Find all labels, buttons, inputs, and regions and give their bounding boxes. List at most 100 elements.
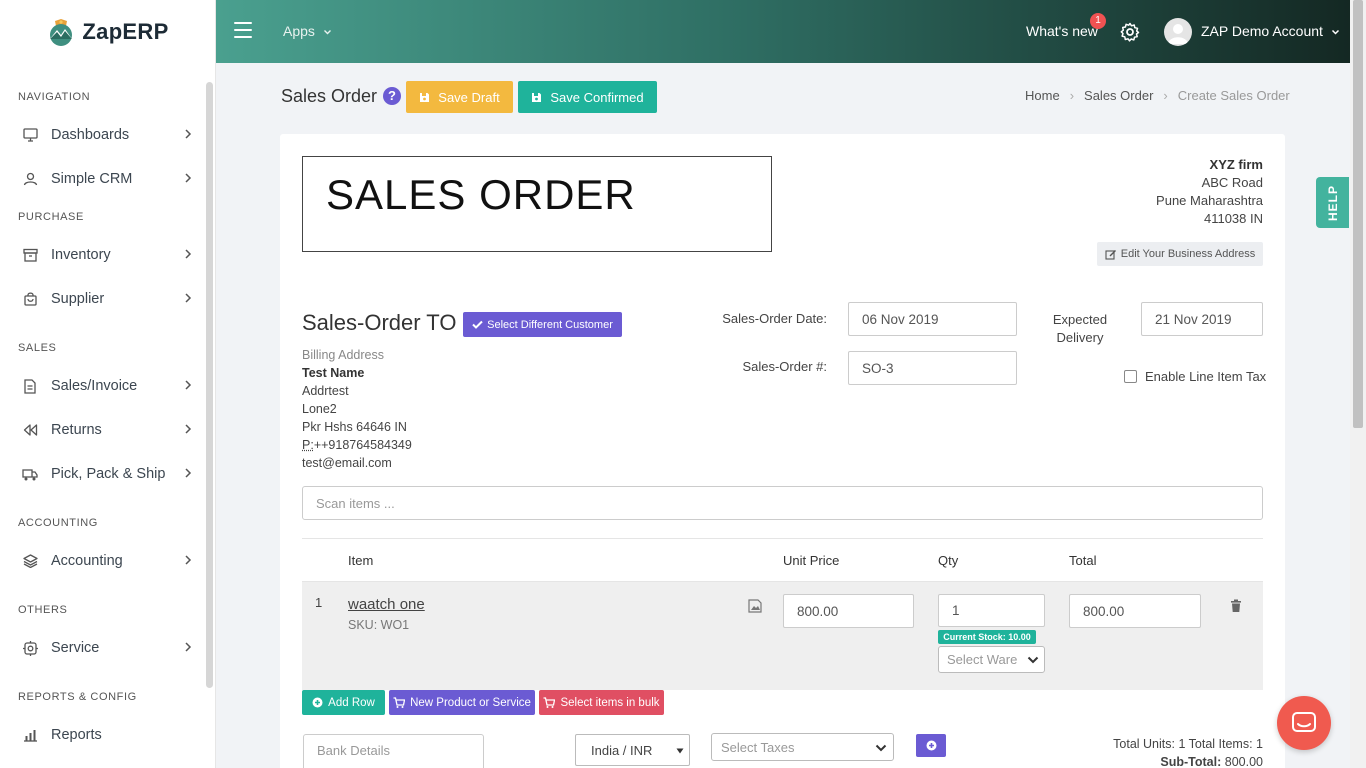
row-number: 1 [315,595,323,610]
bulk-label: Select items in bulk [560,696,660,709]
scan-items-input[interactable]: Scan items ... [302,486,1263,520]
select-items-bulk-button[interactable]: Select items in bulk [539,690,664,715]
sidebar-item-sales-invoice[interactable]: Sales/Invoice [0,368,206,404]
page-scrollbar[interactable] [1350,0,1366,768]
sidebar-item-accounting[interactable]: Accounting [0,543,206,579]
document-icon [22,378,38,394]
document-heading-box: SALES ORDER [302,156,772,252]
breadcrumb: Home › Sales Order › Create Sales Order [1025,88,1290,103]
new-product-button[interactable]: New Product or Service [389,690,535,715]
sidebar-item-label: Reports [51,727,102,743]
sales-order-number-label: Sales-Order #: [742,359,827,374]
bar-chart-icon [22,727,38,743]
currency-value: India / INR [591,742,653,758]
chevron-right-icon [185,424,192,434]
billing-email: test@email.com [302,456,392,470]
warehouse-select-placeholder: Select Ware [947,652,1018,667]
sidebar-item-label: Service [51,640,100,656]
help-question-icon[interactable]: ? [383,87,401,105]
business-line-3: 411038 IN [1203,211,1263,226]
breadcrumb-separator: › [1163,88,1168,103]
chevron-right-icon [185,468,192,478]
currency-select[interactable]: India / INR [575,734,690,766]
account-name: ZAP Demo Account [1201,23,1323,39]
sidebar-item-simple-crm[interactable]: Simple CRM [0,161,206,197]
brand-logo[interactable]: ZapERP [0,0,215,63]
save-draft-button[interactable]: Save Draft [406,81,513,113]
trash-icon[interactable] [1230,599,1242,613]
archive-icon [22,247,38,263]
sales-order-to-title: Sales-Order TO [302,310,457,335]
sidebar-item-returns[interactable]: Returns [0,412,206,448]
scrollbar-thumb[interactable] [1353,0,1363,428]
sidebar-item-label: Simple CRM [51,171,133,187]
sidebar-item-label: Accounting [51,553,123,569]
sidebar-item-service[interactable]: Service [0,630,206,666]
warehouse-select[interactable]: Select Ware [938,646,1045,673]
edit-icon [1105,249,1116,260]
floppy-icon [420,92,430,102]
apps-menu[interactable]: Apps [283,23,332,39]
select-customer-label: Select Different Customer [487,318,613,331]
plus-circle-icon [312,697,323,708]
chevron-down-icon [875,744,887,752]
line-total-input[interactable]: 800.00 [1069,594,1201,628]
sidebar-item-pick-pack-ship[interactable]: Pick, Pack & Ship [0,456,206,492]
column-total: Total [1069,553,1097,568]
bank-details-input[interactable]: Bank Details [303,734,484,768]
expected-label-line-2: Delivery [1056,330,1104,345]
section-reports-config: REPORTS & CONFIG [18,691,137,703]
chat-launcher-button[interactable] [1277,696,1331,750]
edit-business-address-label: Edit Your Business Address [1120,248,1256,260]
save-confirmed-button[interactable]: Save Confirmed [518,81,657,113]
image-icon[interactable] [748,599,763,613]
add-row-button[interactable]: Add Row [302,690,385,715]
taxes-select[interactable]: Select Taxes [711,733,894,761]
enable-line-item-tax-checkbox[interactable] [1124,370,1137,383]
apps-label: Apps [283,23,315,39]
chevron-right-icon [185,555,192,565]
item-name-link[interactable]: waatch one [348,596,425,613]
billing-line-1: Addrtest [302,384,349,398]
monitor-icon [22,127,38,143]
section-sales: SALES [18,342,57,354]
chevron-right-icon [185,249,192,259]
top-bar: Apps What's new 1 ZAP Demo Account [216,0,1350,63]
business-line-2: Pune Maharashtra [1156,193,1263,208]
billing-line-2: Lone2 [302,402,337,416]
enable-line-item-tax-label[interactable]: Enable Line Item Tax [1145,369,1266,384]
sidebar-item-reports[interactable]: Reports [0,717,206,753]
sidebar-scrollbar[interactable] [206,82,213,688]
breadcrumb-home[interactable]: Home [1025,88,1060,103]
help-tab[interactable]: HELP [1316,177,1349,228]
qty-input[interactable]: 1 [938,594,1045,627]
whats-new-link[interactable]: What's new [1026,23,1098,39]
sidebar-item-supplier[interactable]: Supplier [0,281,206,317]
brand-name: ZapERP [82,18,169,44]
sales-order-date-input[interactable]: 06 Nov 2019 [848,302,1017,336]
expected-delivery-input[interactable]: 21 Nov 2019 [1141,302,1263,336]
unit-price-input[interactable]: 800.00 [783,594,914,628]
totals-summary: Total Units: 1 Total Items: 1 Sub-Total:… [1113,735,1263,768]
select-different-customer-button[interactable]: Select Different Customer [463,312,622,337]
subtotal-line: Sub-Total: 800.00 [1113,753,1263,768]
account-menu[interactable]: ZAP Demo Account [1201,23,1340,39]
sidebar-item-inventory[interactable]: Inventory [0,237,206,273]
avatar-user-icon [1168,24,1188,44]
gear-icon[interactable] [1120,22,1140,42]
menu-toggle-icon[interactable] [234,22,252,38]
cart-icon [543,697,556,708]
total-units-items: Total Units: 1 Total Items: 1 [1113,737,1263,751]
sales-order-number-input[interactable]: SO-3 [848,351,1017,385]
breadcrumb-current: Create Sales Order [1177,88,1290,103]
billing-address-label: Billing Address [302,348,384,362]
taxes-placeholder: Select Taxes [721,739,795,755]
sidebar-item-dashboards[interactable]: Dashboards [0,117,206,153]
add-tax-button[interactable] [916,734,946,757]
chevron-down-icon [323,30,331,35]
breadcrumb-sales-order[interactable]: Sales Order [1084,88,1153,103]
sidebar-item-label: Returns [51,422,102,438]
edit-business-address-button[interactable]: Edit Your Business Address [1097,242,1263,266]
avatar[interactable] [1164,18,1192,46]
billing-phone-line: P:++918764584349 [302,436,412,454]
